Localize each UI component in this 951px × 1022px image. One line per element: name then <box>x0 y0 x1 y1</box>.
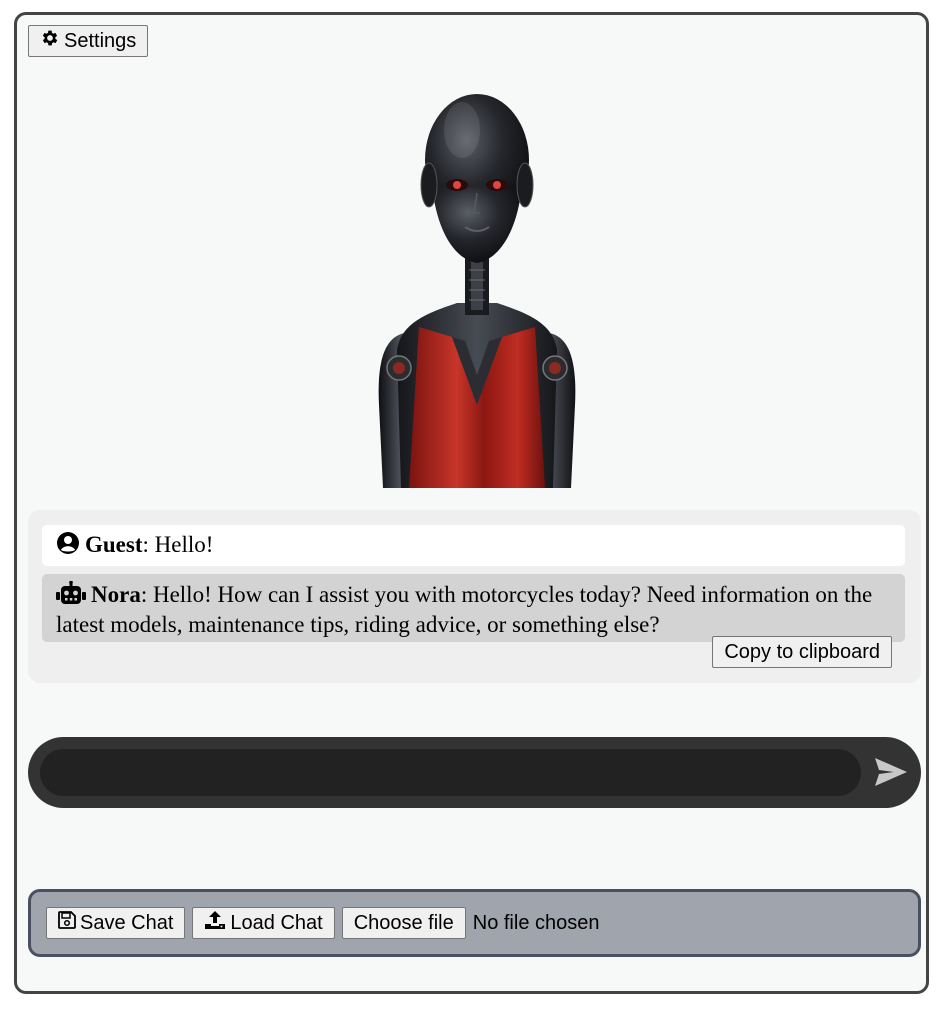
gear-icon <box>40 28 60 54</box>
chat-panel: Guest: Hello! Nora: Hello! How can I ass… <box>28 510 921 683</box>
choose-file-button[interactable]: Choose file <box>341 907 466 939</box>
send-arrow-icon <box>874 757 908 791</box>
file-status-text: No file chosen <box>472 911 600 934</box>
settings-button[interactable]: Settings <box>28 25 149 57</box>
user-circle-icon <box>56 531 80 561</box>
load-chat-label: Load Chat <box>230 911 323 934</box>
message-input-bar <box>28 737 921 808</box>
message-sender: Guest <box>85 532 143 557</box>
copy-to-clipboard-button[interactable]: Copy to clipboard <box>712 636 892 668</box>
app-frame: Settings Guest: Hello! Nora: Hello! How … <box>14 12 929 994</box>
message-sender: Nora <box>91 582 141 607</box>
save-chat-label: Save Chat <box>80 911 174 934</box>
robot-avatar-image <box>357 75 597 488</box>
chat-message-user: Guest: Hello! <box>42 525 905 566</box>
floppy-disk-icon <box>58 911 76 935</box>
message-text: : Hello! <box>142 532 214 557</box>
save-chat-button[interactable]: Save Chat <box>46 907 186 939</box>
chat-message-bot: Nora: Hello! How can I assist you with m… <box>42 574 905 642</box>
message-text: : Hello! How can I assist you with motor… <box>56 582 873 637</box>
load-chat-button[interactable]: Load Chat <box>192 907 335 939</box>
message-input[interactable] <box>40 749 861 796</box>
upload-icon <box>204 910 226 936</box>
robot-icon <box>56 580 86 611</box>
settings-label: Settings <box>64 29 137 52</box>
send-button[interactable] <box>873 755 909 791</box>
file-actions-bar: Save Chat Load Chat Choose file No file … <box>28 889 921 957</box>
